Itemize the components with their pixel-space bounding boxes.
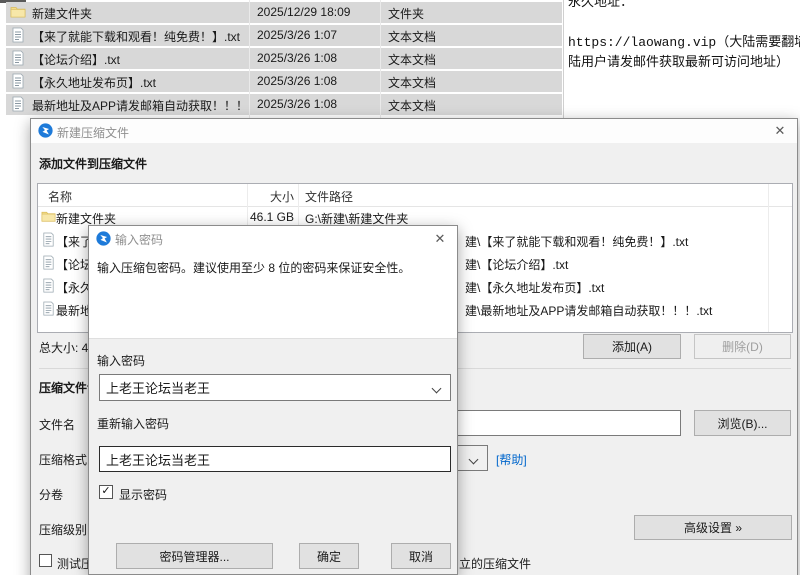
table-header[interactable]: 名称 大小 文件路径 bbox=[38, 184, 792, 207]
format-label: 压缩格式 bbox=[39, 453, 88, 467]
ok-button[interactable]: 确定 bbox=[299, 543, 359, 569]
list-item[interactable]: 【永久地址发布页】.txt 2025/3/26 1:08 文本文档 bbox=[6, 71, 562, 92]
enter-password-label: 输入密码 bbox=[97, 354, 146, 368]
password-combobox[interactable]: 上老王论坛当老王 bbox=[99, 374, 451, 401]
file-type: 文件夹 bbox=[388, 7, 425, 21]
list-item[interactable]: 【来了就能下载和观看！纯免费！】.txt 2025/3/26 1:07 文本文档 bbox=[6, 25, 562, 46]
file-name: 最新地址及APP请发邮箱自动获取！！！ .... bbox=[32, 99, 250, 113]
header-name[interactable]: 名称 bbox=[48, 188, 72, 205]
password-message: 输入压缩包密码。建议使用至少 8 位的密码来保证安全性。 bbox=[97, 261, 411, 275]
file-type: 文本文档 bbox=[388, 30, 437, 44]
text-document-icon bbox=[10, 73, 26, 89]
text-document-icon bbox=[41, 255, 56, 270]
file-date: 2025/3/26 1:08 bbox=[257, 97, 338, 111]
file-date: 2025/3/26 1:08 bbox=[257, 74, 338, 88]
reenter-password-label: 重新输入密码 bbox=[97, 417, 170, 431]
cancel-button[interactable]: 取消 bbox=[391, 543, 451, 569]
screen: 新建文件夹 2025/12/29 18:09 文件夹 【来了就能下载和观看！纯免… bbox=[0, 0, 800, 575]
file-name: 【论坛介绍】.txt bbox=[32, 53, 121, 67]
separate-archive-label-tail: 立的压缩文件 bbox=[459, 557, 532, 571]
list-item[interactable]: 【论坛介绍】.txt 2025/3/26 1:08 文本文档 bbox=[6, 48, 562, 69]
text-document-icon bbox=[41, 232, 56, 247]
folder-icon bbox=[10, 4, 26, 20]
bandizip-logo-icon bbox=[96, 231, 111, 246]
password-manager-button[interactable]: 密码管理器... bbox=[116, 543, 273, 569]
password-value: 上老王论坛当老王 bbox=[106, 381, 211, 396]
column-divider bbox=[380, 0, 381, 118]
dialog-title: 输入密码 bbox=[115, 233, 164, 247]
delete-button: 删除(D) bbox=[694, 334, 791, 359]
pane-divider[interactable] bbox=[563, 0, 564, 118]
text-document-icon bbox=[41, 278, 56, 293]
text-document-icon bbox=[41, 301, 56, 316]
preview-text: 永久地址： https://laowang.vip（大陆需要翻墙，大陆用户请发邮件… bbox=[568, 0, 800, 73]
dialog-titlebar[interactable]: 新建压缩文件 ✕ bbox=[31, 119, 797, 143]
volume-label: 分卷 bbox=[39, 488, 64, 502]
preview-line: 陆用户请发邮件获取最新可访问地址） bbox=[568, 55, 790, 70]
filename-label: 文件名 bbox=[39, 418, 76, 432]
reenter-password-input[interactable]: 上老王论坛当老王 bbox=[99, 446, 451, 472]
add-files-heading: 添加文件到压缩文件 bbox=[39, 157, 148, 171]
dialog-title: 新建压缩文件 bbox=[57, 126, 130, 140]
file-type: 文本文档 bbox=[388, 76, 437, 90]
file-name: 新建文件夹 bbox=[32, 7, 93, 21]
advanced-settings-button[interactable]: 高级设置 » bbox=[634, 515, 792, 540]
row-size: 46.1 GB bbox=[249, 210, 294, 224]
file-name: 【永久地址发布页】.txt bbox=[32, 76, 157, 90]
bandizip-logo-icon bbox=[38, 123, 53, 138]
file-type: 文本文档 bbox=[388, 99, 437, 113]
preview-line: 永久地址： bbox=[568, 0, 634, 10]
test-archive-checkbox[interactable] bbox=[39, 554, 52, 567]
password-dialog: 输入密码 ✕ 输入压缩包密码。建议使用至少 8 位的密码来保证安全性。 输入密码… bbox=[88, 225, 458, 575]
header-path[interactable]: 文件路径 bbox=[305, 188, 353, 205]
text-document-icon bbox=[10, 27, 26, 43]
show-password-label: 显示密码 bbox=[119, 488, 168, 502]
list-item[interactable]: 新建文件夹 2025/12/29 18:09 文件夹 bbox=[6, 2, 562, 23]
chevron-down-icon[interactable] bbox=[433, 385, 441, 393]
dialog-titlebar[interactable]: 输入密码 ✕ bbox=[89, 226, 457, 252]
chevron-down-icon bbox=[470, 456, 478, 464]
column-divider bbox=[249, 0, 250, 118]
folder-icon bbox=[41, 209, 56, 224]
preview-url: https://laowang.vip（大陆需要翻墙，大 bbox=[568, 35, 800, 50]
file-type: 文本文档 bbox=[388, 53, 437, 67]
file-date: 2025/3/26 1:07 bbox=[257, 28, 338, 42]
file-name: 【来了就能下载和观看！纯免费！】.txt bbox=[32, 30, 241, 44]
header-size[interactable]: 大小 bbox=[247, 188, 294, 205]
close-icon[interactable]: ✕ bbox=[425, 226, 455, 252]
file-date: 2025/12/29 18:09 bbox=[257, 5, 351, 19]
text-document-icon bbox=[10, 96, 26, 112]
list-item[interactable]: 最新地址及APP请发邮箱自动获取！！！ .... 2025/3/26 1:08 … bbox=[6, 94, 562, 115]
browse-button[interactable]: 浏览(B)... bbox=[694, 410, 791, 436]
level-label: 压缩级别 bbox=[39, 523, 88, 537]
text-document-icon bbox=[10, 50, 26, 66]
add-button[interactable]: 添加(A) bbox=[583, 334, 681, 359]
help-link[interactable]: [帮助] bbox=[496, 451, 527, 468]
show-password-checkbox[interactable]: ✓ bbox=[99, 485, 113, 499]
file-date: 2025/3/26 1:08 bbox=[257, 51, 338, 65]
close-icon[interactable]: ✕ bbox=[765, 119, 795, 143]
